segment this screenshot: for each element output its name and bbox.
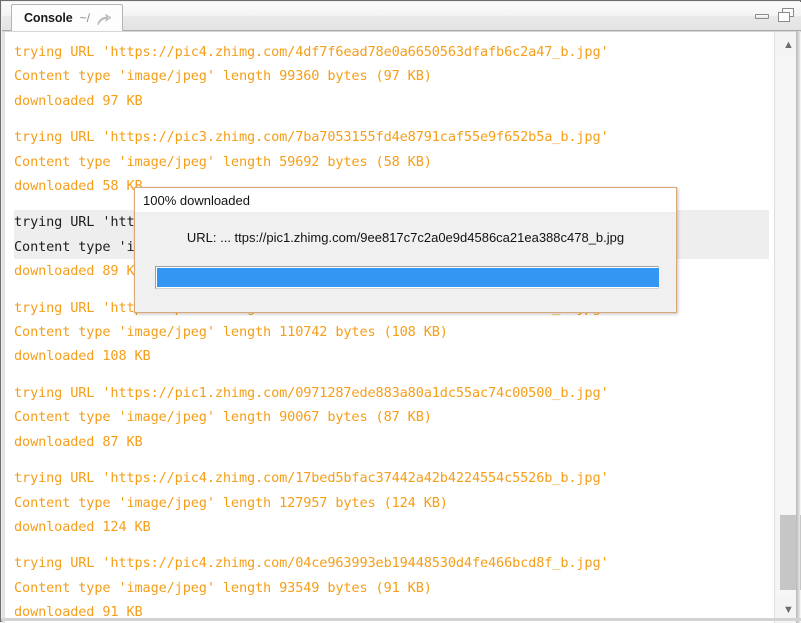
log-line: trying URL 'https://pic4.zhimg.com/17bed… <box>14 470 609 487</box>
log-line: Content type 'image/jpeg' length 99360 b… <box>14 68 432 85</box>
log-spacer <box>5 113 773 125</box>
log-block: trying URL 'https://pic1.zhimg.com/09712… <box>5 381 773 454</box>
minimize-icon[interactable] <box>754 8 771 23</box>
progress-bar <box>155 266 659 289</box>
log-line: trying URL 'https://pic4.zhimg.com/4df7f… <box>14 44 609 60</box>
log-spacer <box>5 539 773 551</box>
log-spacer <box>5 369 773 381</box>
console-window: Console ~/ trying URL 'https://pic4.zhim… <box>0 0 801 623</box>
log-line: Content type 'image/jpeg' length 110742 … <box>14 324 448 341</box>
log-line: downloaded 108 KB <box>14 348 151 365</box>
window-edge-shadow-bottom <box>1 618 801 621</box>
log-block: trying URL 'https://pic4.zhimg.com/17bed… <box>5 466 773 539</box>
restore-window-icon[interactable] <box>778 8 795 23</box>
log-line: trying URL 'https://pic4.zhimg.com/04ce9… <box>14 555 609 572</box>
log-block: trying URL 'https://pic4.zhimg.com/04ce9… <box>5 551 773 623</box>
dialog-title-bar: 100% downloaded <box>135 188 676 213</box>
log-line: Content type 'image/jpeg' length 90067 b… <box>14 409 432 426</box>
log-spacer <box>5 454 773 466</box>
progress-bar-fill <box>157 268 659 287</box>
log-line: trying URL 'https://pic3.zhimg.com/7ba70… <box>14 129 609 146</box>
log-line: Content type 'image/jpeg' length 93549 b… <box>14 579 432 596</box>
window-title-bar: Console ~/ <box>2 2 801 31</box>
tab-console[interactable]: Console ~/ <box>11 4 123 31</box>
window-controls <box>754 8 795 23</box>
console-output[interactable]: trying URL 'https://pic4.zhimg.com/4df7f… <box>2 32 773 623</box>
window-edge-shadow-right <box>796 31 800 623</box>
console-pane: trying URL 'https://pic4.zhimg.com/4df7f… <box>2 31 801 623</box>
log-line: trying URL 'https://pic1.zhimg.com/09712… <box>14 384 609 401</box>
tab-console-path: ~/ <box>79 11 90 25</box>
download-progress-dialog: 100% downloaded URL: ... ttps://pic1.zhi… <box>134 187 677 313</box>
log-block: trying URL 'https://pic4.zhimg.com/4df7f… <box>5 40 773 113</box>
dialog-body: URL: ... ttps://pic1.zhimg.com/9ee817c7c… <box>135 213 676 312</box>
share-arrow-icon[interactable] <box>97 13 112 26</box>
log-line: Content type 'image/jpeg' length 59692 b… <box>14 153 432 170</box>
dialog-url-label: URL: ... ttps://pic1.zhimg.com/9ee817c7c… <box>186 230 625 245</box>
log-line: downloaded 87 KB <box>14 433 143 450</box>
log-line: downloaded 97 KB <box>14 92 143 109</box>
dialog-title: 100% downloaded <box>143 192 250 208</box>
log-line: Content type 'image/jpeg' length 127957 … <box>14 494 448 511</box>
tab-console-label: Console <box>24 11 73 25</box>
log-line: downloaded 124 KB <box>14 518 151 535</box>
